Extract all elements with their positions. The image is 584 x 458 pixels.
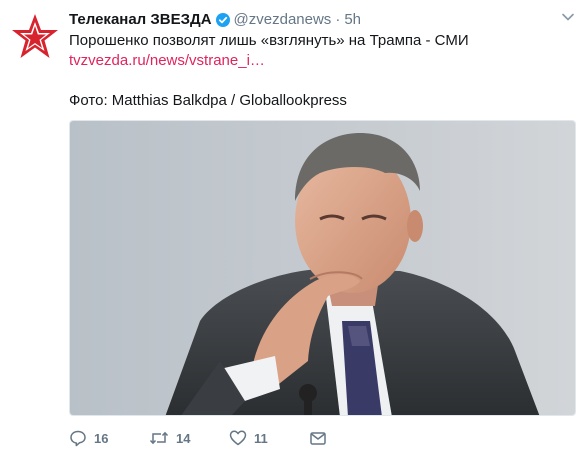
tweet-headline: Порошенко позволят лишь «взглянуть» на Т… [69, 32, 469, 49]
tweet-photo[interactable] [69, 120, 576, 416]
retweet-button[interactable]: 14 [149, 429, 229, 447]
tweet-header: Телеканал ЗВЕЗДА @zvezdanews · 5h [69, 11, 361, 29]
separator-dot: · [335, 11, 341, 28]
verified-badge-icon [215, 13, 230, 27]
retweet-count: 14 [176, 430, 191, 446]
like-icon [229, 430, 247, 446]
direct-message-icon [310, 432, 326, 445]
tweet-card: Телеканал ЗВЕЗДА @zvezdanews · 5h Пороше… [0, 0, 584, 458]
avatar[interactable] [10, 12, 60, 62]
tweet-menu-button[interactable] [561, 10, 575, 24]
photo-credit: Фото: Matthias Balkdpa / Globallookpress [69, 92, 347, 109]
tweet-text: Порошенко позволят лишь «взглянуть» на Т… [69, 31, 569, 111]
retweet-icon [149, 431, 169, 445]
tweet-timestamp[interactable]: 5h [344, 11, 361, 29]
portrait-photo [70, 121, 575, 415]
account-handle[interactable]: @zvezdanews [234, 11, 332, 29]
account-name[interactable]: Телеканал ЗВЕЗДА [69, 11, 212, 29]
like-button[interactable]: 11 [229, 429, 309, 447]
reply-icon [70, 430, 86, 447]
reply-count: 16 [94, 430, 109, 446]
like-count: 11 [254, 430, 268, 446]
zvezda-star-logo [12, 14, 58, 58]
reply-button[interactable]: 16 [69, 429, 149, 447]
tweet-link[interactable]: tvzvezda.ru/news/vstrane_i… [69, 51, 569, 71]
chevron-down-icon [562, 13, 574, 21]
direct-message-button[interactable] [309, 429, 349, 447]
tweet-actions: 16 14 11 [69, 427, 349, 449]
